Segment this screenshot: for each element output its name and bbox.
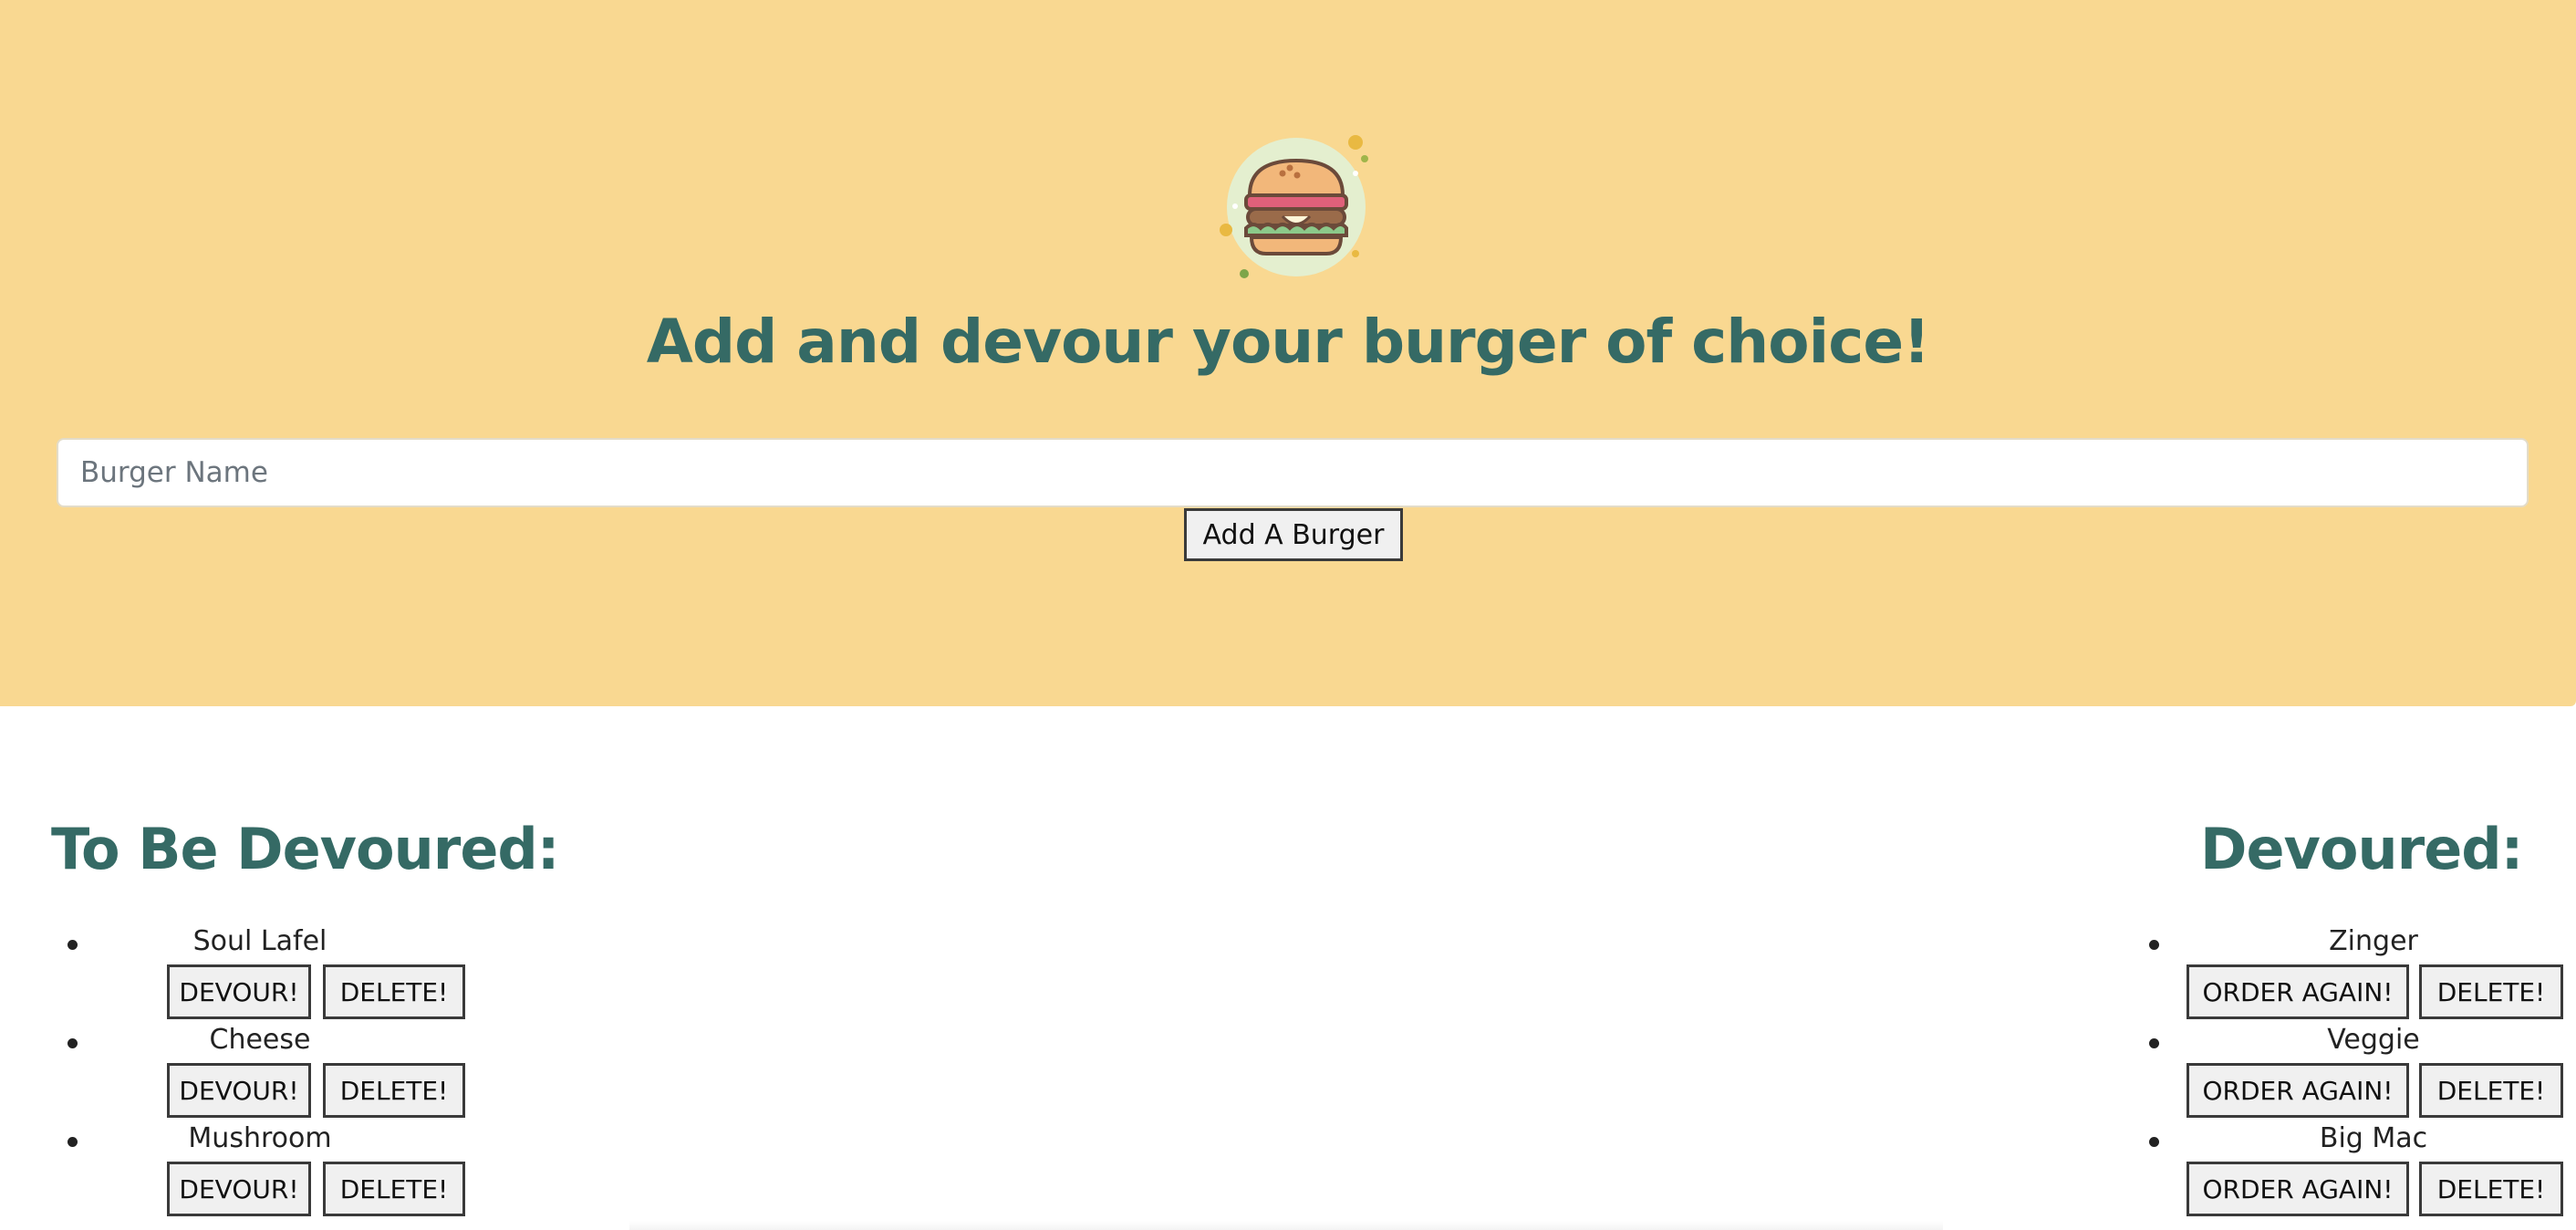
delete-button[interactable]: DELETE! [323, 964, 465, 1019]
bullet-icon [68, 1137, 78, 1147]
list-item: Cheese DEVOUR! DELETE! [64, 1022, 520, 1121]
delete-button[interactable]: DELETE! [2419, 1162, 2563, 1216]
delete-button[interactable]: DELETE! [2419, 964, 2563, 1019]
bullet-icon [2149, 940, 2159, 950]
burger-name: Zinger [2329, 925, 2418, 957]
burger-name: Big Mac [2319, 1122, 2428, 1154]
burger-name: Soul Lafel [192, 925, 327, 957]
burger-name: Mushroom [188, 1122, 332, 1154]
devour-button[interactable]: DEVOUR! [167, 1162, 311, 1216]
burger-icon [1220, 135, 1368, 278]
burger-name: Cheese [209, 1024, 311, 1056]
list-item: Soul Lafel DEVOUR! DELETE! [64, 923, 520, 1022]
bullet-icon [2149, 1038, 2159, 1048]
to-be-devoured-heading: To Be Devoured: [51, 816, 560, 882]
list-item: Big Mac ORDER AGAIN! DELETE! [2145, 1121, 2576, 1219]
list-item: Mushroom DEVOUR! DELETE! [64, 1121, 520, 1219]
delete-button[interactable]: DELETE! [323, 1063, 465, 1118]
order-again-button[interactable]: ORDER AGAIN! [2186, 1162, 2409, 1216]
hero-jumbotron: Add and devour your burger of choice! Ad… [0, 0, 2576, 706]
devour-button[interactable]: DEVOUR! [167, 1063, 311, 1118]
devoured-list: Zinger ORDER AGAIN! DELETE! Veggie ORDER… [2145, 923, 2576, 1219]
delete-button[interactable]: DELETE! [2419, 1063, 2563, 1118]
page-title: Add and devour your burger of choice! [646, 307, 1930, 377]
order-again-button[interactable]: ORDER AGAIN! [2186, 964, 2409, 1019]
burger-name-input[interactable] [57, 438, 2529, 507]
order-again-button[interactable]: ORDER AGAIN! [2186, 1063, 2409, 1118]
footer-shadow [629, 1221, 1943, 1230]
bullet-icon [68, 940, 78, 950]
to-be-devoured-list: Soul Lafel DEVOUR! DELETE! Cheese DEVOUR… [64, 923, 520, 1219]
add-burger-button[interactable]: Add A Burger [1184, 508, 1403, 561]
delete-button[interactable]: DELETE! [323, 1162, 465, 1216]
list-item: Zinger ORDER AGAIN! DELETE! [2145, 923, 2576, 1022]
burger-name: Veggie [2327, 1024, 2420, 1056]
list-item: Veggie ORDER AGAIN! DELETE! [2145, 1022, 2576, 1121]
bullet-icon [68, 1038, 78, 1048]
bullet-icon [2149, 1137, 2159, 1147]
devour-button[interactable]: DEVOUR! [167, 964, 311, 1019]
devoured-heading: Devoured: [2200, 816, 2523, 882]
